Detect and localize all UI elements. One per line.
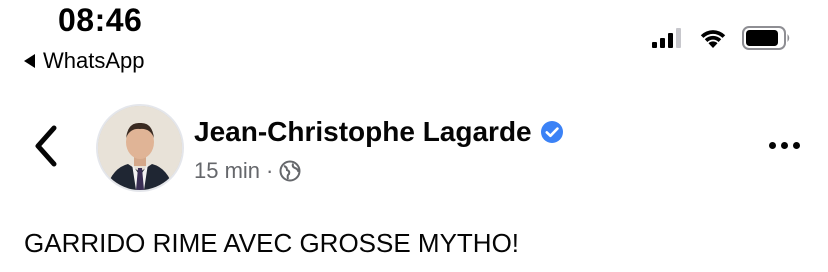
status-time: 08:46 bbox=[58, 2, 143, 38]
author-avatar[interactable] bbox=[96, 104, 184, 192]
facebook-post-screen: 08:46 WhatsApp Jean-Christophe Lagarde 1… bbox=[0, 0, 828, 272]
author-name-row: Jean-Christophe Lagarde bbox=[194, 116, 564, 148]
back-app-label: WhatsApp bbox=[43, 48, 145, 73]
back-triangle-icon bbox=[24, 54, 35, 68]
back-to-app-link[interactable]: WhatsApp bbox=[24, 48, 145, 74]
more-dot bbox=[781, 142, 788, 149]
more-horizontal-icon[interactable] bbox=[769, 142, 800, 149]
status-icons bbox=[652, 26, 792, 50]
post-meta: 15 min · bbox=[194, 158, 301, 184]
cellular-signal-icon bbox=[652, 28, 681, 48]
more-dot bbox=[769, 142, 776, 149]
more-dot bbox=[793, 142, 800, 149]
globe-icon bbox=[279, 160, 301, 182]
wifi-icon bbox=[700, 30, 726, 48]
battery-icon bbox=[742, 26, 790, 50]
post-timestamp[interactable]: 15 min bbox=[194, 158, 260, 184]
author-name[interactable]: Jean-Christophe Lagarde bbox=[194, 116, 532, 148]
post-text: GARRIDO RIME AVEC GROSSE MYTHO! bbox=[24, 228, 520, 258]
avatar-image bbox=[98, 106, 182, 190]
chevron-left-icon[interactable] bbox=[32, 124, 60, 168]
verified-badge-icon bbox=[540, 121, 563, 143]
meta-separator: · bbox=[266, 158, 274, 183]
